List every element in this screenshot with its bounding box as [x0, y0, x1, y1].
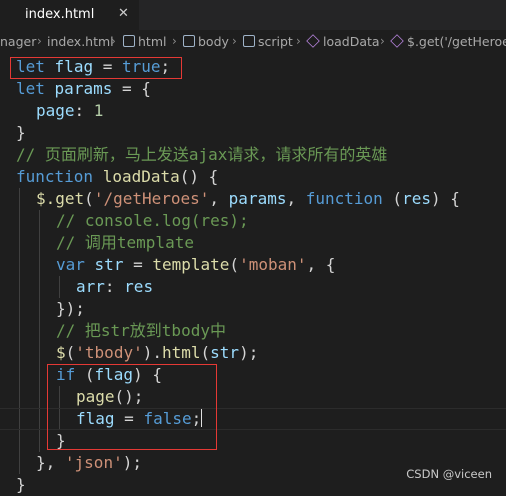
- breadcrumb-item-script[interactable]: script: [243, 34, 293, 49]
- code-line: // 页面刷新，马上发送ajax请求，请求所有的英雄: [16, 145, 388, 164]
- breadcrumb-item-body[interactable]: body: [183, 34, 229, 49]
- code-line: // 把str放到tbody中: [56, 321, 226, 340]
- element-icon: [243, 35, 255, 47]
- code-line: let params = {: [16, 79, 151, 98]
- code-line: $.get('/getHeroes', params, function (re…: [36, 189, 460, 208]
- close-icon[interactable]: ✕: [118, 6, 129, 21]
- indent-guide: [59, 276, 60, 298]
- breadcrumb-item-loaddata[interactable]: loadData: [306, 34, 380, 49]
- breadcrumb-item-html[interactable]: html: [123, 34, 166, 49]
- code-line: // console.log(res);: [56, 211, 249, 230]
- chevron-right-icon: ›: [111, 34, 116, 48]
- chevron-right-icon: ›: [172, 34, 177, 48]
- chevron-right-icon: ›: [232, 34, 237, 48]
- element-icon: [183, 35, 195, 47]
- chevron-right-icon: ›: [380, 34, 385, 48]
- code-line: }, 'json');: [36, 453, 142, 472]
- code-line: });: [56, 299, 85, 318]
- tab-index-html[interactable]: index.html ✕: [0, 0, 139, 30]
- code-line: var str = template('moban', {: [56, 255, 336, 274]
- watermark: CSDN @viceen: [406, 467, 492, 481]
- method-icon: [306, 34, 320, 48]
- code-line: page: 1: [36, 101, 104, 120]
- breadcrumb: nager › index.html › html › body › scrip…: [0, 32, 506, 54]
- element-icon: [123, 35, 135, 47]
- chevron-right-icon: ›: [296, 34, 301, 48]
- code-line: function loadData() {: [16, 167, 219, 186]
- annotation-box-if-flag: [47, 364, 217, 450]
- annotation-box-flag: [10, 57, 182, 79]
- code-line: }: [16, 123, 26, 142]
- code-editor[interactable]: let flag = true; let params = { page: 1 …: [0, 56, 506, 494]
- method-icon: [390, 34, 404, 48]
- breadcrumb-item-get[interactable]: $.get('/getHeroes: [390, 34, 506, 49]
- chevron-right-icon: ›: [37, 34, 42, 48]
- breadcrumb-item-file[interactable]: index.html: [47, 34, 114, 49]
- code-line: // 调用template: [56, 233, 194, 252]
- code-line: }: [16, 475, 26, 494]
- indent-guide: [19, 188, 20, 474]
- code-line: $('tbody').html(str);: [56, 343, 259, 362]
- breadcrumb-item-folder[interactable]: nager: [0, 34, 36, 49]
- code-line: arr: res: [76, 277, 154, 296]
- tab-label: index.html: [25, 7, 95, 22]
- tab-bar: index.html ✕: [0, 0, 506, 30]
